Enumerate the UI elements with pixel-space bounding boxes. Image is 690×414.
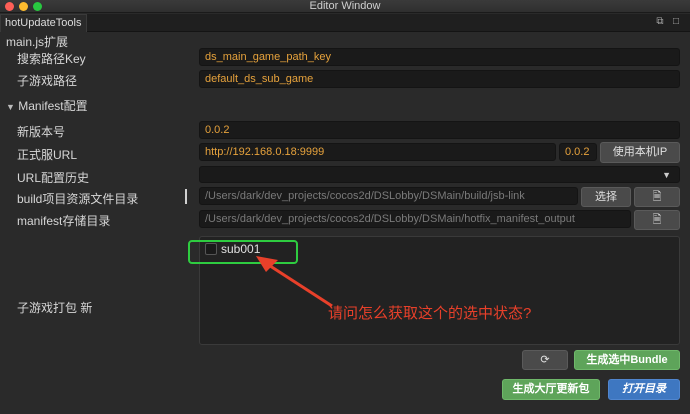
use-local-ip-button[interactable]: 使用本机IP (600, 142, 680, 163)
window-title: Editor Window (309, 0, 381, 12)
build-dir-value: /Users/dark/dev_projects/cocos2d/DSLobby… (205, 190, 525, 202)
url-version-value: 0.0.2 (565, 146, 590, 158)
subgame-path-value: default_ds_sub_game (205, 73, 314, 85)
build-dir-label: build项目资源文件目录 (17, 192, 139, 206)
manifest-dir-input[interactable]: /Users/dark/dev_projects/cocos2d/DSLobby… (199, 210, 631, 228)
window-titlebar: Editor Window (0, 0, 690, 13)
search-key-value: ds_main_game_path_key (205, 51, 331, 63)
tab-hotupdatetools[interactable]: hotUpdateTools (0, 14, 87, 32)
generate-bundle-button[interactable]: 生成选中Bundle (574, 350, 680, 370)
tab-bar (0, 14, 690, 32)
maximize-icon[interactable]: □ (670, 16, 682, 28)
search-key-input[interactable]: ds_main_game_path_key (199, 48, 680, 66)
select-dir-button[interactable]: 选择 (581, 187, 631, 207)
arrow-line (263, 260, 333, 308)
manifest-dir-label: manifest存储目录 (17, 214, 111, 228)
open-manifest-file-button[interactable]: 🗎 (634, 210, 680, 230)
history-label: URL配置历史 (17, 171, 90, 185)
open-file-button[interactable]: 🗎 (634, 187, 680, 207)
dropdown-arrow-icon: ▼ (662, 170, 671, 180)
version-input[interactable]: 0.0.2 (199, 121, 680, 139)
tab-label: hotUpdateTools (5, 17, 82, 29)
manifest-dir-value: /Users/dark/dev_projects/cocos2d/DSLobby… (205, 213, 575, 225)
file-icon: 🗎 (652, 214, 662, 226)
url-version-input[interactable]: 0.0.2 (559, 143, 597, 161)
refresh-icon: ⟳ (540, 354, 550, 366)
version-label: 新版本号 (17, 125, 66, 139)
caret-down-icon: ▼ (6, 102, 15, 112)
file-icon: 🗎 (652, 191, 662, 203)
section-title-manifest[interactable]: ▼ Manifest配置 (6, 97, 88, 114)
open-directory-button[interactable]: 打开目录 (608, 379, 680, 400)
build-dir-input[interactable]: /Users/dark/dev_projects/cocos2d/DSLobby… (199, 187, 578, 205)
url-history-select[interactable]: ▼ (199, 166, 680, 183)
url-value: http://192.168.0.18:9999 (205, 146, 325, 158)
refresh-button[interactable]: ⟳ (522, 350, 568, 370)
url-input[interactable]: http://192.168.0.18:9999 (199, 143, 556, 161)
version-value: 0.0.2 (205, 124, 230, 136)
generate-hall-update-button[interactable]: 生成大厅更新包 (502, 379, 600, 400)
close-window-button[interactable] (5, 2, 14, 11)
url-label: 正式服URL (17, 148, 78, 162)
section-title-mainjs: main.js扩展 (6, 35, 69, 49)
section-title-manifest-label: Manifest配置 (18, 99, 88, 113)
annotation-arrow (256, 256, 333, 308)
subgame-pack-label: 子游戏打包 新 (17, 301, 93, 315)
search-key-label: 搜索路径Key (17, 52, 86, 66)
subgame-path-input[interactable]: default_ds_sub_game (199, 70, 680, 88)
subgame-checkbox[interactable] (205, 243, 217, 255)
zoom-window-button[interactable] (33, 2, 42, 11)
subgame-path-label: 子游戏路径 (17, 74, 78, 88)
annotation-text: 请问怎么获取这个的选中状态? (328, 305, 532, 322)
popout-icon[interactable]: ⧉ (654, 16, 666, 28)
minimize-window-button[interactable] (19, 2, 28, 11)
splitter-handle[interactable] (185, 189, 187, 204)
